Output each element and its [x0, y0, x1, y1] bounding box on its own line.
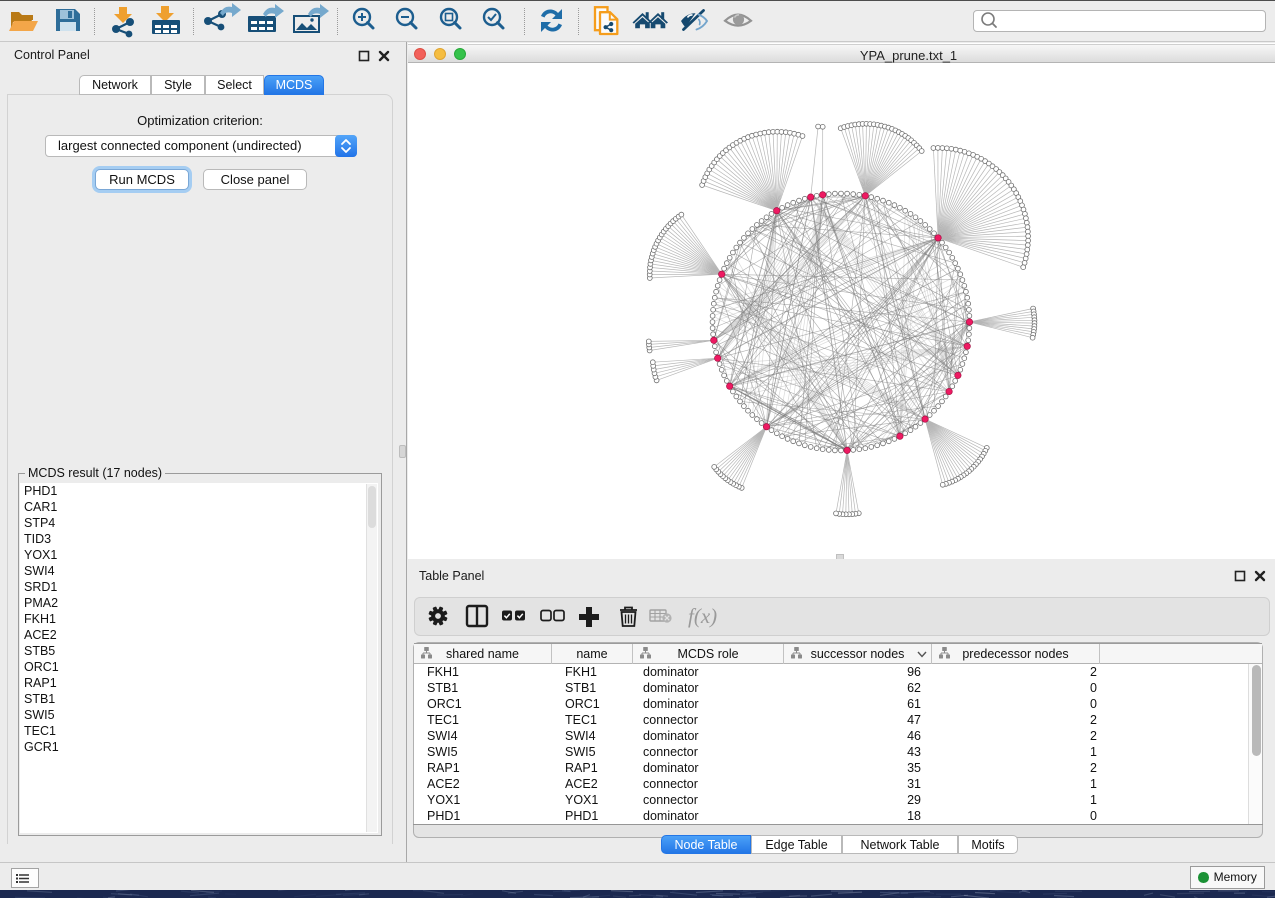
svg-text:f(x): f(x)	[688, 604, 717, 628]
